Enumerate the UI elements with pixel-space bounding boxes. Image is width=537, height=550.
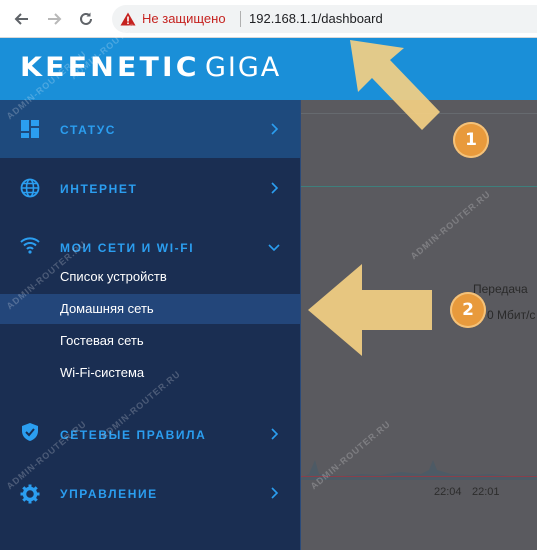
- step-badge: 2: [450, 292, 486, 328]
- annotation-arrow: [350, 40, 440, 130]
- annotation-arrow: [308, 264, 432, 356]
- annotation-layer: [308, 40, 440, 356]
- step-badge: 1: [453, 122, 489, 158]
